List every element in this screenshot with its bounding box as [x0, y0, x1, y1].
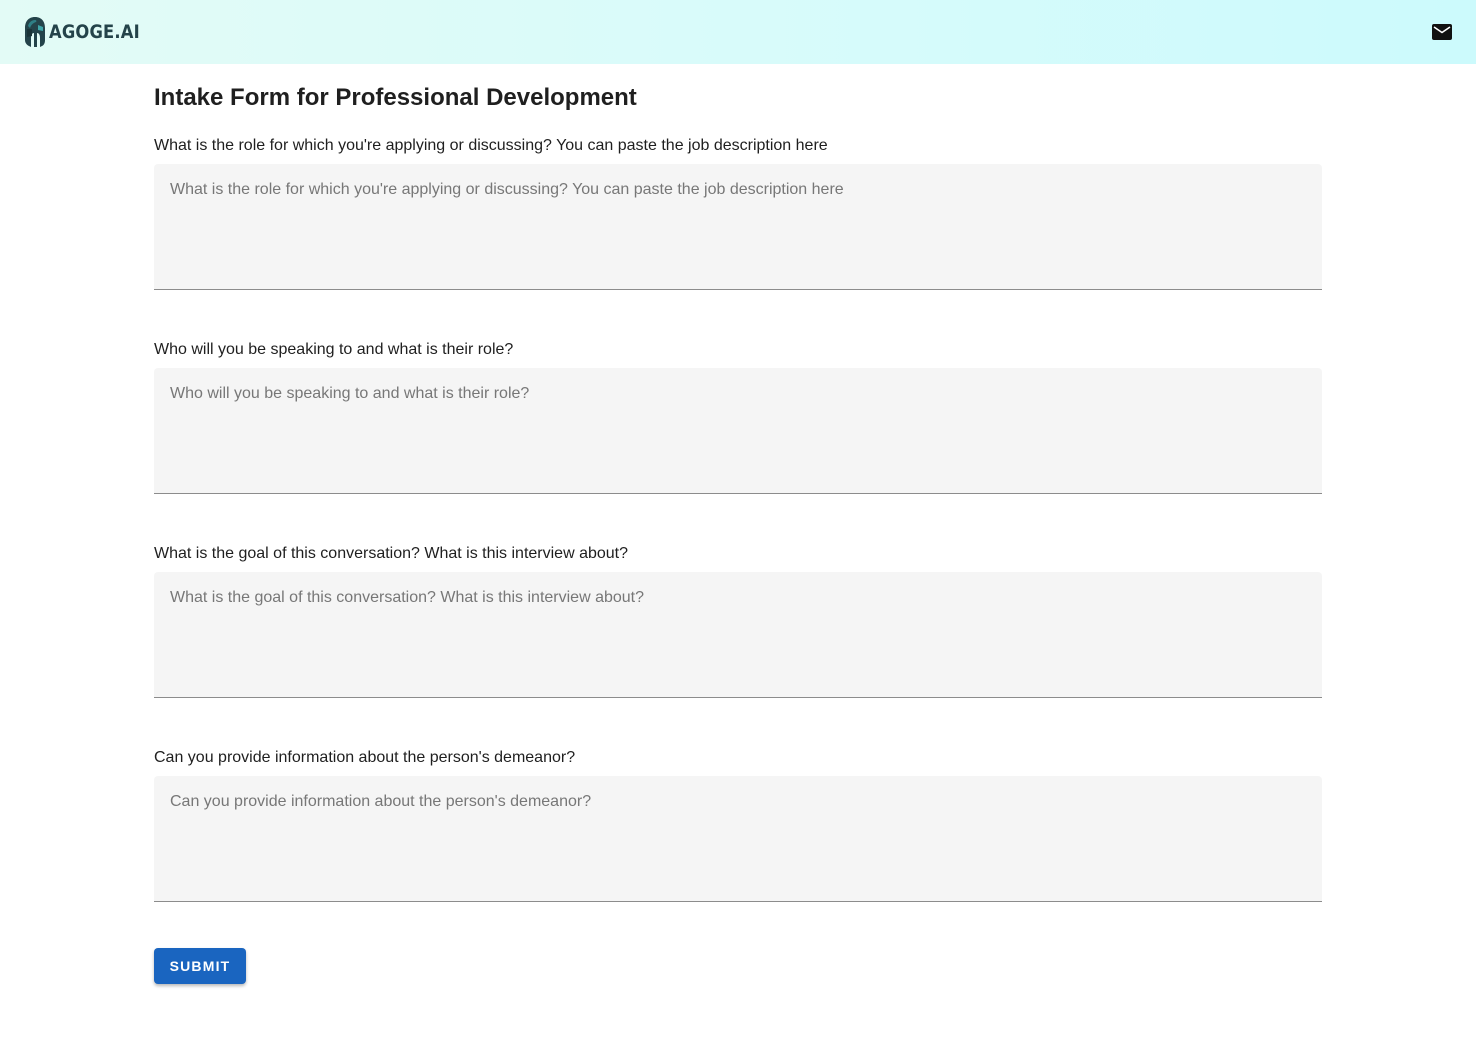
spartan-helmet-icon [25, 17, 45, 47]
top-app-bar: AGOGE.AI [0, 0, 1476, 64]
role-description-field[interactable] [154, 164, 1322, 290]
question-label: Who will you be speaking to and what is … [154, 341, 514, 358]
question-label: What is the role for which you're applyi… [154, 137, 828, 154]
question-demeanor: Can you provide information about the pe… [154, 748, 1322, 902]
brand-name: AGOGE.AI [49, 21, 140, 43]
question-goal: What is the goal of this conversation? W… [154, 544, 1322, 698]
page-title: Intake Form for Professional Development [154, 84, 637, 111]
speaker-role-field[interactable] [154, 368, 1322, 494]
brand-logo[interactable]: AGOGE.AI [24, 16, 155, 48]
submit-button[interactable]: SUBMIT [154, 948, 246, 984]
question-speaker: Who will you be speaking to and what is … [154, 340, 1322, 494]
demeanor-field[interactable] [154, 776, 1322, 902]
question-label: What is the goal of this conversation? W… [154, 545, 629, 562]
conversation-goal-field[interactable] [154, 572, 1322, 698]
mail-icon [1432, 24, 1452, 40]
mail-button[interactable] [1428, 18, 1456, 46]
question-label: Can you provide information about the pe… [154, 749, 576, 766]
question-role: What is the role for which you're applyi… [154, 136, 1322, 290]
